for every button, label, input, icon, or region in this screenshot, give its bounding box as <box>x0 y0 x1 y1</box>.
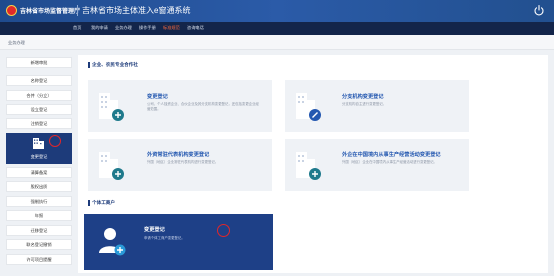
sidebar-item-joint-revoke[interactable]: 联名登记撤销 <box>6 239 72 250</box>
annotation-circle-card <box>217 224 230 237</box>
sidebar-item-label: 变更登记 <box>30 154 48 159</box>
breadcrumb[interactable]: 业务办理 <box>8 40 25 46</box>
breadcrumb-bar <box>0 35 554 50</box>
card-change-registration[interactable]: 变更登记 公司、个人独资企业、合伙企业及其分支机构变更登记，还包括变更企业经营范… <box>88 80 272 132</box>
header-divider <box>77 5 78 16</box>
user-add-icon <box>99 228 126 256</box>
sidebar-item-new-approval[interactable]: 新增审批 <box>6 57 72 68</box>
main-nav: 首页 我的申请 业务办理 操作手册 标准规范 咨询电话 <box>0 22 554 35</box>
card-foreign-rep-change[interactable]: 外资常驻代表机构变更登记 外国（地区）企业常驻代表机构进行变更登记。 <box>88 139 272 191</box>
card-description: 外国（地区）企业常驻代表机构进行变更登记。 <box>147 160 219 164</box>
card-individual-change[interactable]: 变更登记 申请个体工商户变更登记。 <box>84 214 273 270</box>
nav-home[interactable]: 首页 <box>73 25 81 31</box>
building-icon <box>33 138 44 149</box>
emblem-logo-icon <box>6 5 17 16</box>
card-description: 外国（地区）企业在中国境内从事生产经营活动进行变更登记。 <box>342 160 437 164</box>
app-header: 吉林省市场监督管理厅 吉林省市场主体准入e窗通系统 <box>0 0 554 22</box>
card-title: 外企在中国境内从事生产经营活动变更登记 <box>342 152 441 158</box>
building-add-icon <box>296 152 321 180</box>
nav-hotline[interactable]: 咨询电话 <box>187 25 204 31</box>
card-description: 公司、个人独资企业、合伙企业及其分支机构变更登记，还包括变更企业经营范围。 <box>147 102 259 111</box>
card-branch-change[interactable]: 分支机构变更登记 分支机构自主进行变更登记。 <box>285 80 469 132</box>
building-add-icon <box>99 93 124 121</box>
building-add-icon <box>99 152 124 180</box>
brand-name: 吉林省市场监督管理厅 <box>20 9 81 15</box>
card-title: 变更登记 <box>144 227 165 233</box>
sidebar-item-liquidation[interactable]: 清算备案 <box>6 167 72 178</box>
card-title: 外资常驻代表机构变更登记 <box>147 152 210 158</box>
nav-my-applications[interactable]: 我的申请 <box>91 25 108 31</box>
card-description: 分支机构自主进行变更登记。 <box>342 102 387 106</box>
sidebar-item-cancellation[interactable]: 注销登记 <box>6 118 72 129</box>
nav-business[interactable]: 业务办理 <box>115 25 132 31</box>
sidebar-item-name-registration[interactable]: 名称登记 <box>6 75 72 86</box>
annotation-circle-sidebar <box>49 135 61 147</box>
system-title: 吉林省市场主体准入e窗通系统 <box>82 6 191 15</box>
sidebar-item-enforcement[interactable]: 强制执行 <box>6 196 72 207</box>
card-title: 分支机构变更登记 <box>342 94 384 100</box>
card-description: 申请个体工商户变更登记。 <box>144 236 185 240</box>
nav-manual[interactable]: 操作手册 <box>139 25 156 31</box>
section-title-individual: 个体工商户 <box>92 200 115 205</box>
power-icon[interactable] <box>533 4 545 16</box>
section-title-enterprise: 企业、农民专业合作社 <box>92 62 138 67</box>
sidebar-item-annual-report[interactable]: 年报 <box>6 210 72 221</box>
sidebar-item-migration[interactable]: 迁移登记 <box>6 225 72 236</box>
sidebar-item-establishment[interactable]: 设立登记 <box>6 104 72 115</box>
nav-standards[interactable]: 标准规范 <box>163 25 180 31</box>
sidebar-item-change-registration[interactable]: 变更登记 <box>6 133 72 164</box>
card-foreign-activity-change[interactable]: 外企在中国境内从事生产经营活动变更登记 外国（地区）企业在中国境内从事生产经营活… <box>285 139 469 191</box>
section-marker <box>88 62 90 68</box>
sidebar-item-merger[interactable]: 合并（分立） <box>6 90 72 101</box>
card-title: 变更登记 <box>147 94 168 100</box>
section-marker <box>88 200 90 206</box>
sidebar-item-equity-pledge[interactable]: 股权出质 <box>6 181 72 192</box>
sidebar-item-license-reminder[interactable]: 许可项目提醒 <box>6 254 72 265</box>
building-edit-icon <box>296 93 321 121</box>
